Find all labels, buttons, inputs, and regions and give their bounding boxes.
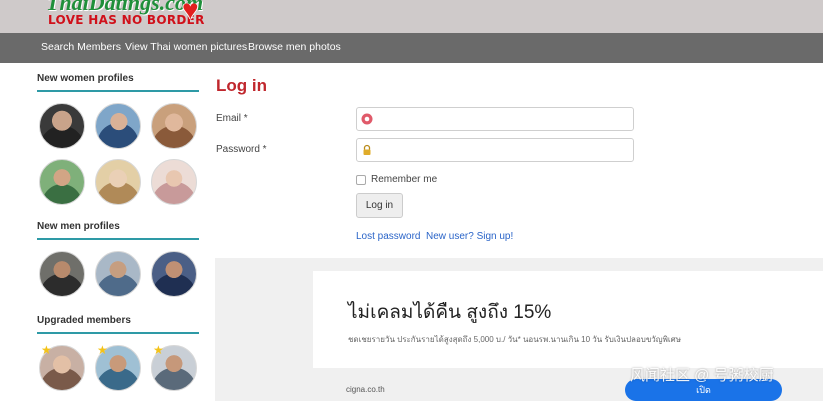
lost-password-link[interactable]: Lost password — [356, 231, 420, 242]
avatar-man-2[interactable] — [95, 251, 141, 297]
password-field[interactable] — [356, 138, 634, 162]
nav-search-members[interactable]: Search Members — [41, 41, 121, 53]
page-title: Log in — [216, 76, 267, 95]
main-nav: Search Members View Thai women pictures … — [0, 33, 823, 63]
avatar-woman-6[interactable] — [151, 159, 197, 205]
avatar-man-3[interactable] — [151, 251, 197, 297]
ad-domain: cigna.co.th — [346, 385, 385, 394]
site-header: ThaiDatings.com LOVE HAS NO BORDER ♥ — [0, 0, 823, 33]
avatar-woman-5[interactable] — [95, 159, 141, 205]
section-divider — [37, 332, 199, 334]
men-profiles-title: New men profiles — [37, 221, 120, 232]
email-label: Email * — [216, 113, 248, 124]
nav-thai-women-pictures[interactable]: View Thai women pictures — [125, 41, 247, 53]
ad-subtext: ชดเชยรายวัน ประกันรายได้สูงสุดถึง 5,000 … — [348, 335, 681, 344]
avatar-woman-2[interactable] — [95, 103, 141, 149]
email-error-icon — [361, 113, 373, 125]
avatar-woman-3[interactable] — [151, 103, 197, 149]
section-divider — [37, 90, 199, 92]
login-button[interactable]: Log in — [356, 193, 403, 218]
ad-headline[interactable]: ไม่เคลมได้คืน สูงถึง 15% — [348, 297, 551, 327]
star-icon: ★ — [153, 343, 164, 357]
remember-me-label[interactable]: Remember me — [371, 174, 437, 185]
star-icon: ★ — [97, 343, 108, 357]
avatar-woman-1[interactable] — [39, 103, 85, 149]
remember-me-checkbox[interactable] — [356, 175, 366, 185]
section-divider — [37, 238, 199, 240]
upgraded-members-title: Upgraded members — [37, 315, 131, 326]
women-profiles-title: New women profiles — [37, 73, 134, 84]
email-field[interactable] — [356, 107, 634, 131]
signup-link[interactable]: New user? Sign up! — [426, 231, 513, 242]
password-label: Password * — [216, 144, 267, 155]
heart-icon: ♥ — [182, 0, 199, 25]
watermark: 风闻社区 @ 号粥校厨 — [630, 367, 774, 384]
avatar-woman-4[interactable] — [39, 159, 85, 205]
avatar-man-1[interactable] — [39, 251, 85, 297]
nav-browse-men-photos[interactable]: Browse men photos — [248, 41, 341, 53]
star-icon: ★ — [41, 343, 52, 357]
lock-icon — [363, 144, 371, 155]
